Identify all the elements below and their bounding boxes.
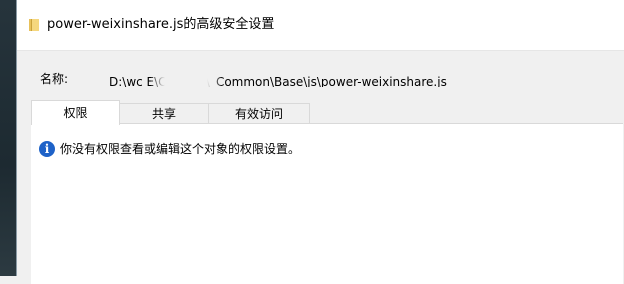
- name-label: 名称:: [40, 72, 69, 86]
- tab-effective-access[interactable]: 有效访问: [208, 103, 310, 124]
- tab-sharing[interactable]: 共享: [119, 103, 209, 124]
- window-title: power-weixinshare.js的高级安全设置: [47, 17, 275, 32]
- info-icon: i: [39, 141, 55, 157]
- tab-strip: 权限 共享 有效访问: [31, 100, 310, 125]
- object-path: D:\wc E\Content\_Common\Base\js\power-we…: [109, 71, 614, 87]
- folder-icon: [29, 19, 39, 31]
- title-bar[interactable]: power-weixinshare.js的高级安全设置: [17, 0, 624, 50]
- tab-permissions[interactable]: 权限: [31, 100, 120, 125]
- permissions-tab-panel: i 你没有权限查看或编辑这个对象的权限设置。: [31, 123, 623, 284]
- permission-message: i 你没有权限查看或编辑这个对象的权限设置。: [39, 141, 300, 157]
- redacted-region: [151, 71, 221, 87]
- advanced-security-settings-window: power-weixinshare.js的高级安全设置 名称: D:\wc E\…: [16, 0, 624, 284]
- permission-message-text: 你没有权限查看或编辑这个对象的权限设置。: [60, 142, 301, 156]
- dialog-client-area: 名称: D:\wc E\Content\_Common\Base\js\powe…: [17, 50, 624, 284]
- desktop-background: [0, 0, 16, 276]
